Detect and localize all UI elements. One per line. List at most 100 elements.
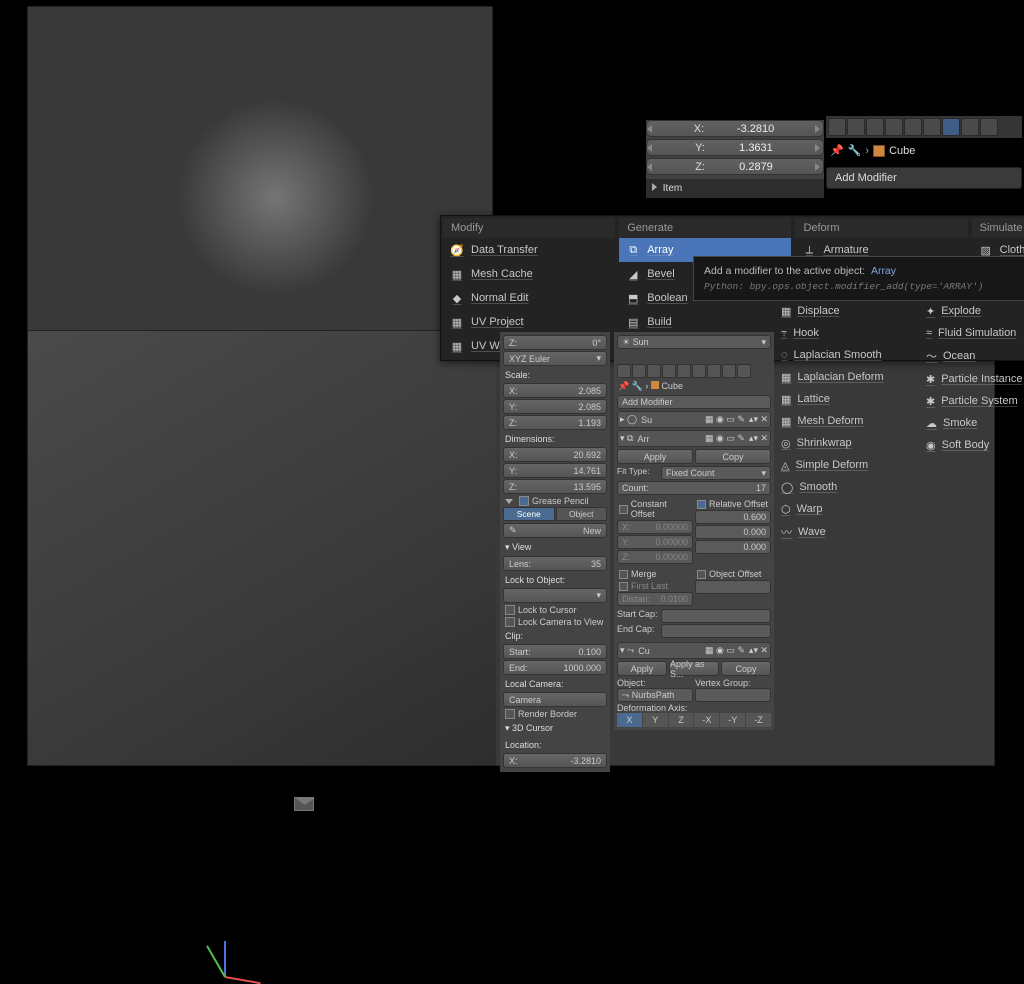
vertex-group-field[interactable] bbox=[695, 688, 771, 702]
gp-source-toggle[interactable]: SceneObject bbox=[503, 507, 607, 521]
constant-offset-check[interactable]: Constant Offset bbox=[617, 498, 693, 520]
lock-camera[interactable]: Lock Camera to View bbox=[503, 616, 607, 628]
ocean-icon: 〜 bbox=[926, 348, 937, 364]
mod-data-transfer[interactable]: 🧭Data Transfer bbox=[443, 238, 615, 262]
mod-soft-body[interactable]: ◉Soft Body bbox=[920, 434, 1024, 456]
axis-z[interactable]: Z bbox=[669, 713, 694, 727]
lens-field[interactable]: Lens:35 bbox=[503, 556, 607, 571]
dim-x[interactable]: X:20.692 bbox=[503, 447, 607, 462]
add-modifier-small[interactable]: Add Modifier bbox=[617, 395, 771, 409]
copy-button[interactable]: Copy bbox=[695, 449, 771, 464]
rot-z-field[interactable]: Z:0° bbox=[503, 335, 607, 350]
apply-button[interactable]: Apply bbox=[617, 449, 693, 464]
cursor-x[interactable]: X:-3.2810 bbox=[503, 753, 607, 768]
rel-y[interactable]: 0.000 bbox=[695, 525, 771, 539]
gp-new[interactable]: ✎New bbox=[503, 523, 607, 538]
viewport-bottom-3d[interactable] bbox=[28, 331, 496, 765]
prop-tab-3[interactable] bbox=[647, 364, 661, 378]
transform-y-field[interactable]: Y:1.3631 bbox=[646, 139, 824, 156]
curve-object-label: Object: bbox=[617, 678, 646, 688]
tab-layers-icon[interactable] bbox=[847, 118, 865, 136]
grease-pencil-header[interactable]: Grease Pencil bbox=[503, 495, 607, 507]
mod-curve-header[interactable]: ▾ ⤳Cu▦ ◉ ▭ ✎▴▾ ✕ bbox=[617, 642, 771, 659]
dim-y[interactable]: Y:14.761 bbox=[503, 463, 607, 478]
explode-icon: ✦ bbox=[926, 305, 935, 318]
axis-x[interactable]: X bbox=[617, 713, 642, 727]
prop-tab-2[interactable] bbox=[632, 364, 646, 378]
scale-y[interactable]: Y:2.085 bbox=[503, 399, 607, 414]
deform-axis-label: Deformation Axis: bbox=[617, 703, 771, 713]
tab-scene-icon[interactable] bbox=[866, 118, 884, 136]
mod-warp[interactable]: ⬡Warp bbox=[775, 498, 1024, 520]
mod-ocean[interactable]: 〜Ocean bbox=[920, 344, 1024, 368]
clip-start[interactable]: Start:0.100 bbox=[503, 644, 607, 659]
mod-particle-system[interactable]: ✱Particle System bbox=[920, 390, 1024, 412]
rot-mode-dropdown[interactable]: XYZ Euler▾ bbox=[503, 351, 607, 366]
mod-smoke[interactable]: ☁Smoke bbox=[920, 412, 1024, 434]
rel-x[interactable]: 0.600 bbox=[695, 510, 771, 524]
mod-uv-project[interactable]: ▦UV Project bbox=[443, 310, 615, 334]
tooltip-python: Python: bpy.ops.object.modifier_add(type… bbox=[704, 281, 1024, 292]
mod-build[interactable]: ▤Build bbox=[619, 310, 791, 334]
prop-tab-5[interactable] bbox=[677, 364, 691, 378]
outliner-sun[interactable]: ☀ Sun▾ bbox=[617, 335, 771, 349]
dim-z[interactable]: Z:13.595 bbox=[503, 479, 607, 494]
end-cap-field[interactable] bbox=[661, 624, 771, 638]
camera-field[interactable]: Camera bbox=[503, 692, 607, 707]
start-cap-field[interactable] bbox=[661, 609, 771, 623]
curve-object-field[interactable]: ⤳ NurbsPath bbox=[617, 688, 693, 702]
scale-z[interactable]: Z:1.193 bbox=[503, 415, 607, 430]
tab-render-icon[interactable] bbox=[828, 118, 846, 136]
view-header[interactable]: ▾ View bbox=[503, 539, 607, 556]
add-modifier-dropdown[interactable]: Add Modifier bbox=[826, 167, 1022, 189]
cursor3d-header[interactable]: ▾ 3D Cursor bbox=[503, 720, 607, 737]
axis-nx[interactable]: -X bbox=[694, 713, 719, 727]
prop-tab-9[interactable] bbox=[737, 364, 751, 378]
count-field[interactable]: Count:17 bbox=[617, 481, 771, 495]
apply-button-2[interactable]: Apply bbox=[617, 661, 667, 676]
apply-as-shape[interactable]: Apply as S... bbox=[669, 661, 719, 676]
tab-constraints-icon[interactable] bbox=[923, 118, 941, 136]
mod-explode[interactable]: ✦Explode bbox=[920, 300, 1024, 322]
pin-icon[interactable]: 📌 bbox=[830, 144, 844, 157]
tab-modifiers-icon[interactable] bbox=[942, 118, 960, 136]
scale-x[interactable]: X:2.085 bbox=[503, 383, 607, 398]
prop-tab-8[interactable] bbox=[722, 364, 736, 378]
clip-end[interactable]: End:1000.000 bbox=[503, 660, 607, 675]
tooltip-text: Add a modifier to the active object: bbox=[704, 265, 865, 277]
mod-particle-instance[interactable]: ✱Particle Instance bbox=[920, 368, 1024, 390]
render-border[interactable]: Render Border bbox=[503, 708, 607, 720]
tab-object-icon[interactable] bbox=[904, 118, 922, 136]
prop-tab-7[interactable] bbox=[707, 364, 721, 378]
lock-to-cursor[interactable]: Lock to Cursor bbox=[503, 604, 607, 616]
mod-mesh-cache[interactable]: ▦Mesh Cache bbox=[443, 262, 615, 286]
prop-tab-1[interactable] bbox=[617, 364, 631, 378]
prop-tab-6[interactable] bbox=[692, 364, 706, 378]
transform-x-field[interactable]: X:-3.2810 bbox=[646, 120, 824, 137]
lock-object-field[interactable]: ▾ bbox=[503, 588, 607, 603]
tab-data-icon[interactable] bbox=[961, 118, 979, 136]
mod-normal-edit[interactable]: ◆Normal Edit bbox=[443, 286, 615, 310]
tab-material-icon[interactable] bbox=[980, 118, 998, 136]
tab-world-icon[interactable] bbox=[885, 118, 903, 136]
axis-ny[interactable]: -Y bbox=[720, 713, 745, 727]
axis-nz[interactable]: -Z bbox=[746, 713, 771, 727]
mod-fluid[interactable]: ≈Fluid Simulation bbox=[920, 322, 1024, 344]
prop-tab-4[interactable] bbox=[662, 364, 676, 378]
merge-check[interactable]: Merge bbox=[617, 568, 693, 580]
fit-type-dropdown[interactable]: Fixed Count▾ bbox=[661, 466, 771, 480]
mod-simple-deform[interactable]: ◬Simple Deform bbox=[775, 454, 1024, 476]
lock-to-object-label: Lock to Object: bbox=[503, 572, 607, 588]
copy-button-2[interactable]: Copy bbox=[721, 661, 771, 676]
mod-array-header[interactable]: ▾ ⧉Arr▦ ◉ ▭ ✎▴▾ ✕ bbox=[617, 430, 771, 447]
axis-y[interactable]: Y bbox=[643, 713, 668, 727]
item-panel-header[interactable]: Item bbox=[646, 179, 824, 198]
mod-wave[interactable]: 〰Wave bbox=[775, 520, 1024, 544]
mod-subsurf-header[interactable]: ▸ ◯Su▦ ◉ ▭ ✎▴▾ ✕ bbox=[617, 411, 771, 428]
mod-smooth[interactable]: ◯Smooth bbox=[775, 476, 1024, 498]
relative-offset-check[interactable]: Relative Offset bbox=[695, 498, 771, 510]
object-offset-check[interactable]: Object Offset bbox=[695, 568, 771, 580]
rel-z[interactable]: 0.000 bbox=[695, 540, 771, 554]
lap-deform-icon: ▦ bbox=[781, 371, 791, 384]
transform-z-field[interactable]: Z:0.2879 bbox=[646, 158, 824, 175]
